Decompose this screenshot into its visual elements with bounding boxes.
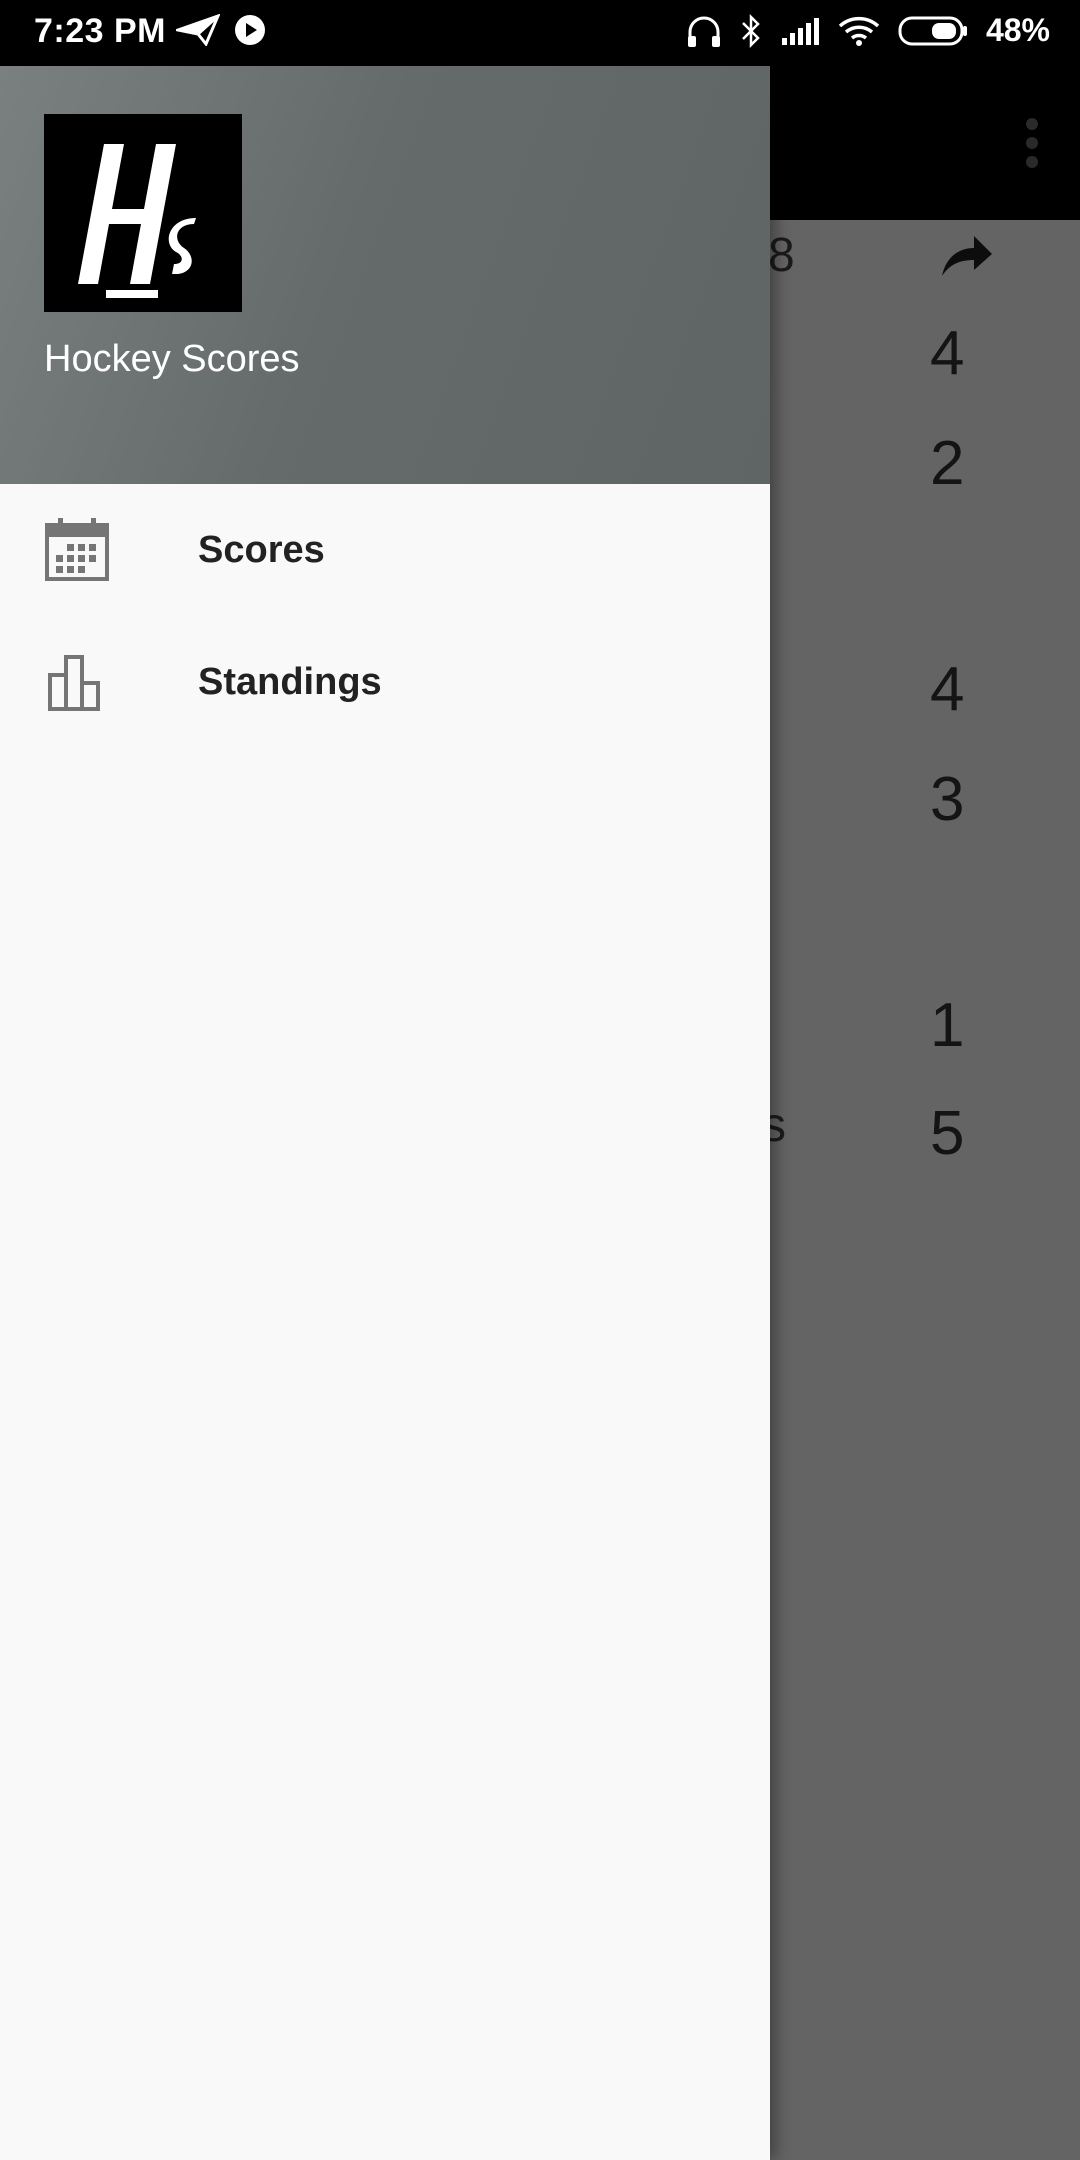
battery-icon: [898, 16, 967, 45]
play-circle-icon: [235, 15, 265, 45]
send-icon: [176, 14, 220, 46]
drawer-app-name: Hockey Scores: [44, 338, 300, 380]
bar-chart-icon: [48, 655, 100, 711]
drawer-menu: Scores Standings: [0, 484, 770, 748]
status-notification-icons: [176, 14, 266, 46]
wifi-icon: [838, 16, 880, 46]
drawer-item-scores[interactable]: Scores: [0, 484, 770, 616]
calendar-icon: [45, 518, 109, 581]
cell-signal-icon: [781, 17, 819, 45]
headphones-icon: [687, 16, 720, 47]
status-time: 7:23 PM: [34, 12, 166, 50]
app-logo: [44, 114, 242, 312]
drawer-header: Hockey Scores: [0, 66, 770, 484]
drawer-item-label: Standings: [198, 660, 382, 703]
status-bar: 7:23 PM 48%: [0, 0, 1080, 66]
battery-percent: 48%: [985, 12, 1050, 48]
drawer-item-standings[interactable]: Standings: [0, 616, 770, 748]
bluetooth-icon: [742, 13, 760, 48]
navigation-drawer: Hockey Scores Scores Standings: [0, 66, 770, 2160]
drawer-item-label: Scores: [198, 528, 325, 571]
hockey-scores-logo-icon: [78, 144, 196, 298]
status-system-icons: 48%: [686, 12, 1050, 49]
